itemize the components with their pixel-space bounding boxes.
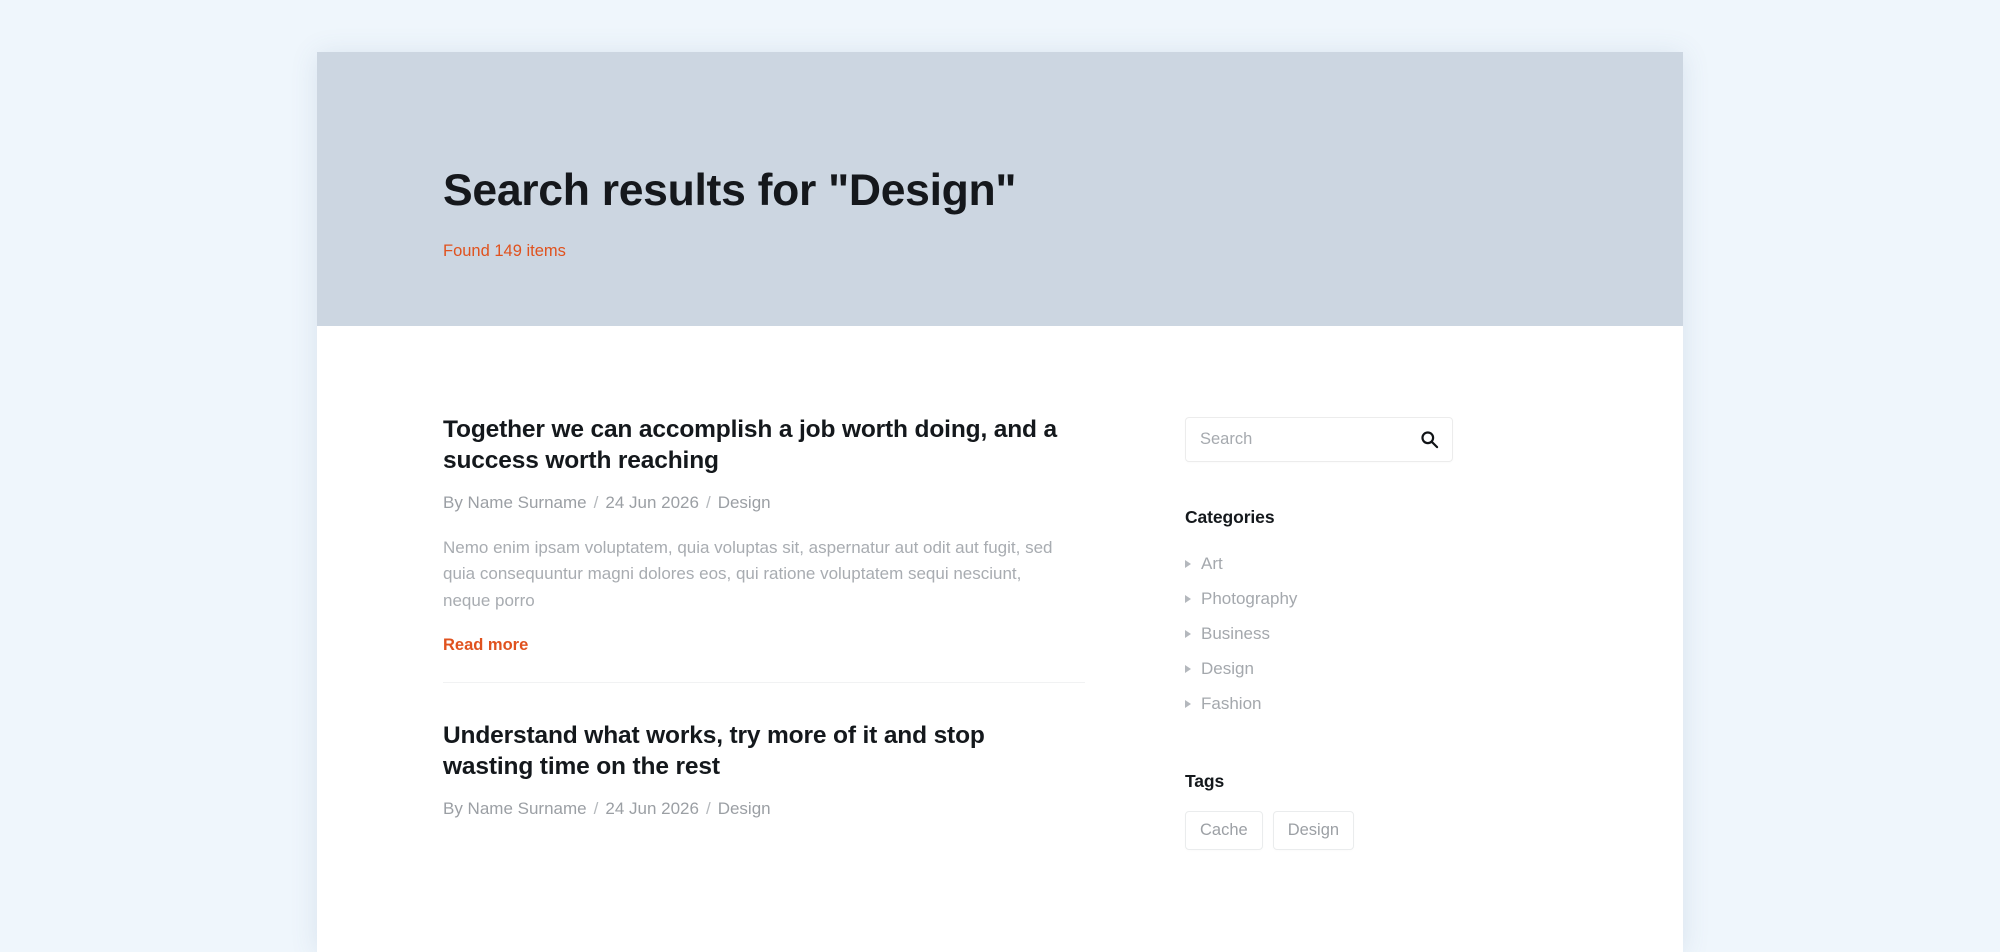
main-content: Together we can accomplish a job worth d… (317, 326, 1683, 850)
article-meta: By Name Surname / 24 Jun 2026 / Design (443, 798, 1085, 820)
article-title[interactable]: Understand what works, try more of it an… (443, 720, 1068, 783)
sidebar-item-fashion[interactable]: Fashion (1185, 686, 1453, 721)
triangle-bullet-icon (1185, 664, 1191, 673)
triangle-bullet-icon (1185, 594, 1191, 603)
sidebar-item-art[interactable]: Art (1185, 546, 1453, 581)
search-input[interactable] (1186, 418, 1452, 461)
categories-widget: Categories Art Photography Business Desi… (1185, 507, 1453, 721)
article-list: Together we can accomplish a job worth d… (443, 414, 1137, 847)
meta-separator: / (593, 798, 599, 818)
article-date: 24 Jun 2026 (605, 492, 699, 512)
categories-title: Categories (1185, 507, 1275, 527)
search-widget[interactable] (1185, 417, 1453, 462)
sidebar-item-design[interactable]: Design (1185, 651, 1453, 686)
page-card: Search results for "Design" Found 149 it… (317, 52, 1683, 952)
article-meta: By Name Surname / 24 Jun 2026 / Design (443, 492, 1085, 514)
tag-pill-cache[interactable]: Cache (1185, 811, 1263, 850)
article-title[interactable]: Together we can accomplish a job worth d… (443, 414, 1068, 477)
hero-banner: Search results for "Design" Found 149 it… (317, 52, 1683, 326)
article-category[interactable]: Design (718, 799, 771, 818)
read-more-link[interactable]: Read more (443, 636, 528, 655)
meta-separator: / (705, 492, 711, 512)
sidebar-item-business[interactable]: Business (1185, 616, 1453, 651)
article-item[interactable]: Together we can accomplish a job worth d… (443, 414, 1085, 682)
results-count: Found 149 items (443, 241, 566, 260)
search-icon[interactable] (1419, 430, 1439, 450)
tags-title: Tags (1185, 771, 1225, 791)
tags-widget: Tags Cache Design (1185, 771, 1453, 850)
category-label: Art (1201, 554, 1223, 573)
triangle-bullet-icon (1185, 699, 1191, 708)
meta-separator: / (705, 798, 711, 818)
hero-content: Search results for "Design" Found 149 it… (443, 166, 1623, 262)
article-item[interactable]: Understand what works, try more of it an… (443, 681, 1085, 847)
article-author: By Name Surname (443, 798, 587, 818)
triangle-bullet-icon (1185, 629, 1191, 638)
sidebar: Categories Art Photography Business (1185, 414, 1453, 850)
category-label: Photography (1201, 589, 1298, 608)
tags-list: Cache Design (1185, 811, 1453, 850)
page-title: Search results for "Design" (443, 166, 1017, 215)
tag-pill-design[interactable]: Design (1272, 811, 1355, 850)
article-author: By Name Surname (443, 492, 587, 512)
article-date: 24 Jun 2026 (605, 798, 699, 818)
article-excerpt: Nemo enim ipsam voluptatem, quia volupta… (443, 537, 1053, 610)
category-label: Business (1201, 624, 1270, 643)
meta-separator: / (593, 492, 599, 512)
category-label: Fashion (1201, 694, 1262, 713)
categories-list: Art Photography Business Design Fashion (1185, 546, 1453, 721)
article-category[interactable]: Design (718, 493, 771, 512)
category-label: Design (1201, 659, 1254, 678)
triangle-bullet-icon (1185, 559, 1191, 568)
sidebar-item-photography[interactable]: Photography (1185, 581, 1453, 616)
